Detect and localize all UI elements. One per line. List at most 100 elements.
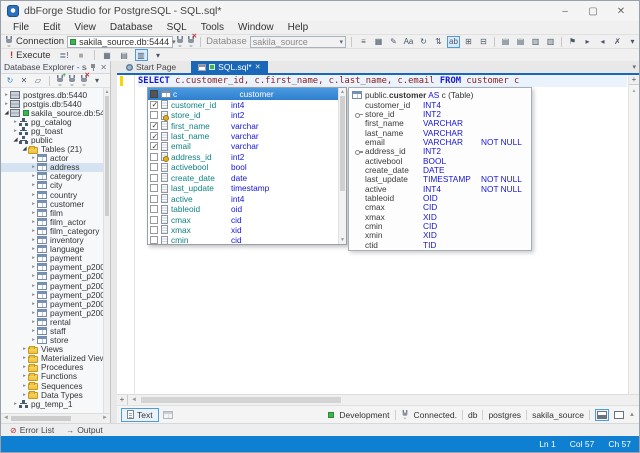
column-checkbox[interactable] <box>150 184 158 192</box>
expander-icon[interactable]: ▸ <box>30 155 37 161</box>
layout-toggle-active[interactable] <box>595 409 609 421</box>
expander-icon[interactable]: ▸ <box>30 264 37 270</box>
collapse-strip-icon[interactable]: ▲ <box>629 412 635 418</box>
tab-start-page[interactable]: Start Page <box>119 61 183 73</box>
popup-column-xmax[interactable]: xmaxxid <box>148 225 338 235</box>
popup-column-customer_id[interactable]: customer_idint4 <box>148 100 338 110</box>
code-line[interactable]: SELECT c.customer_id, c.first_name, c.la… <box>138 75 627 87</box>
column-checkbox[interactable] <box>150 205 158 213</box>
highlight-occurrences-icon[interactable]: ab <box>447 36 460 48</box>
popup-column-email[interactable]: emailvarchar <box>148 141 338 151</box>
column-checkbox[interactable] <box>150 226 158 234</box>
expander-icon[interactable]: ▸ <box>30 337 37 343</box>
expander-icon[interactable]: ▸ <box>21 346 28 352</box>
scroll-right-icon[interactable]: ► <box>102 415 108 421</box>
connect-icon[interactable] <box>176 36 184 47</box>
indent-icon[interactable]: ⊞ <box>462 36 475 48</box>
expander-icon[interactable]: ▸ <box>30 255 37 261</box>
popup-column-activebool[interactable]: activeboolbool <box>148 162 338 172</box>
clear-bookmarks-icon[interactable]: ✗ <box>611 36 624 48</box>
scroll-left-icon[interactable]: ◄ <box>3 415 9 421</box>
next-bookmark-icon[interactable]: ▸ <box>581 36 594 48</box>
popup-column-cmax[interactable]: cmaxcid <box>148 214 338 224</box>
column-checkbox[interactable] <box>150 174 158 182</box>
popup-column-store_id[interactable]: store_idint2 <box>148 110 338 120</box>
expander-icon[interactable]: ▸ <box>12 401 19 407</box>
connection-select[interactable]: sakila_source.db:5444 ▾ <box>67 36 173 48</box>
paste-sql-icon[interactable]: ▤ <box>118 49 131 61</box>
refresh-icon[interactable]: ↻ <box>417 36 430 48</box>
menu-item-window[interactable]: Window <box>232 22 280 33</box>
editor-horizontal-scrollbar[interactable]: + ◄ <box>117 394 639 405</box>
column-checkbox[interactable] <box>150 122 158 130</box>
popup-column-first_name[interactable]: first_namevarchar <box>148 120 338 130</box>
menu-item-edit[interactable]: Edit <box>37 22 66 33</box>
expander-icon[interactable]: ▸ <box>12 119 19 125</box>
status-segment-db[interactable]: db <box>468 410 477 420</box>
new-connection-icon[interactable]: + <box>56 75 64 86</box>
status-segment-postgres[interactable]: postgres <box>488 410 521 420</box>
column-checkbox[interactable] <box>150 236 158 244</box>
menu-item-file[interactable]: File <box>7 22 35 33</box>
scroll-thumb[interactable] <box>105 96 109 216</box>
toolbar-overflow-icon[interactable]: ▾ <box>626 36 639 48</box>
execute-script-icon[interactable]: ≣! <box>58 49 71 61</box>
bookmark-icon[interactable]: ⚑ <box>566 36 579 48</box>
column-checkbox[interactable] <box>150 195 158 203</box>
tree-item-pg-toast[interactable]: ▸pg_toast <box>1 126 110 135</box>
editor-vertical-scrollbar[interactable]: + ▲ <box>628 75 639 394</box>
column-checkbox[interactable] <box>150 216 158 224</box>
popup-column-cmin[interactable]: cmincid <box>148 235 338 245</box>
expander-icon[interactable]: ▸ <box>30 328 37 334</box>
connect-icon[interactable] <box>68 75 76 86</box>
single-layout-icon[interactable] <box>614 411 624 419</box>
expander-icon[interactable]: ▸ <box>12 128 19 134</box>
query-profiler-icon[interactable]: ▦ <box>101 49 114 61</box>
expander-icon[interactable]: ▸ <box>30 210 37 216</box>
tab-sql-document[interactable]: SQL.sql* ✕ <box>191 61 267 73</box>
expander-icon[interactable]: ▸ <box>30 273 37 279</box>
expander-icon[interactable]: ▸ <box>30 201 37 207</box>
popup-column-last_update[interactable]: last_updatetimestamp <box>148 183 338 193</box>
database-select[interactable]: sakila_source ▾ <box>250 36 346 48</box>
close-icon[interactable]: ✕ <box>100 63 107 72</box>
expander-icon[interactable]: ▸ <box>30 292 37 298</box>
sort-lines-icon[interactable]: ⇅ <box>432 36 445 48</box>
to-lower-icon[interactable]: ▥ <box>544 36 557 48</box>
popup-column-address_id[interactable]: address_idint2 <box>148 152 338 162</box>
explorer-overflow-icon[interactable]: ▾ <box>92 75 102 87</box>
toolbar-overflow-icon[interactable]: ▾ <box>152 49 165 61</box>
popup-scrollbar[interactable]: ▲ ▼ <box>338 88 346 244</box>
format-sql-icon[interactable]: ≡ <box>357 36 370 48</box>
scroll-down-icon[interactable]: ▼ <box>339 237 346 243</box>
expander-icon[interactable]: ▸ <box>30 246 37 252</box>
column-checkbox[interactable] <box>150 142 158 150</box>
scroll-up-icon[interactable]: ▲ <box>339 89 346 95</box>
expander-icon[interactable]: ▸ <box>30 228 37 234</box>
expander-icon[interactable]: ▸ <box>21 373 28 379</box>
expander-icon[interactable]: ▸ <box>21 364 28 370</box>
expander-icon[interactable]: ▸ <box>30 182 37 188</box>
scroll-left-icon[interactable]: ◄ <box>131 397 137 403</box>
expander-icon[interactable]: ▸ <box>30 164 37 170</box>
scroll-up-icon[interactable]: ▲ <box>104 89 110 95</box>
uncomment-icon[interactable]: ▤ <box>514 36 527 48</box>
expander-icon[interactable]: ▸ <box>30 192 37 198</box>
expander-icon[interactable]: ◢ <box>21 146 28 152</box>
pin-icon[interactable] <box>90 64 97 71</box>
text-view-tab[interactable]: Text <box>121 408 159 422</box>
execute-button[interactable]: ! Execute <box>7 50 54 61</box>
duplicate-icon[interactable]: ▱ <box>33 75 43 87</box>
environment-selector[interactable]: Development <box>339 410 389 420</box>
split-editor-handle[interactable]: + <box>117 395 128 405</box>
column-checkbox[interactable] <box>150 111 158 119</box>
menu-item-database[interactable]: Database <box>104 22 159 33</box>
popup-column-tableoid[interactable]: tableoidoid <box>148 204 338 214</box>
outdent-icon[interactable]: ⊟ <box>477 36 490 48</box>
menu-item-sql[interactable]: SQL <box>161 22 193 33</box>
tree-item-pg-temp-1[interactable]: ▸pg_temp_1 <box>1 399 110 408</box>
column-checkbox[interactable] <box>150 163 158 171</box>
popup-header[interactable]: c customer <box>148 88 338 100</box>
disconnect-icon[interactable]: ✕ <box>80 75 88 86</box>
error-list-tab[interactable]: ⊘ Error List <box>5 425 59 435</box>
